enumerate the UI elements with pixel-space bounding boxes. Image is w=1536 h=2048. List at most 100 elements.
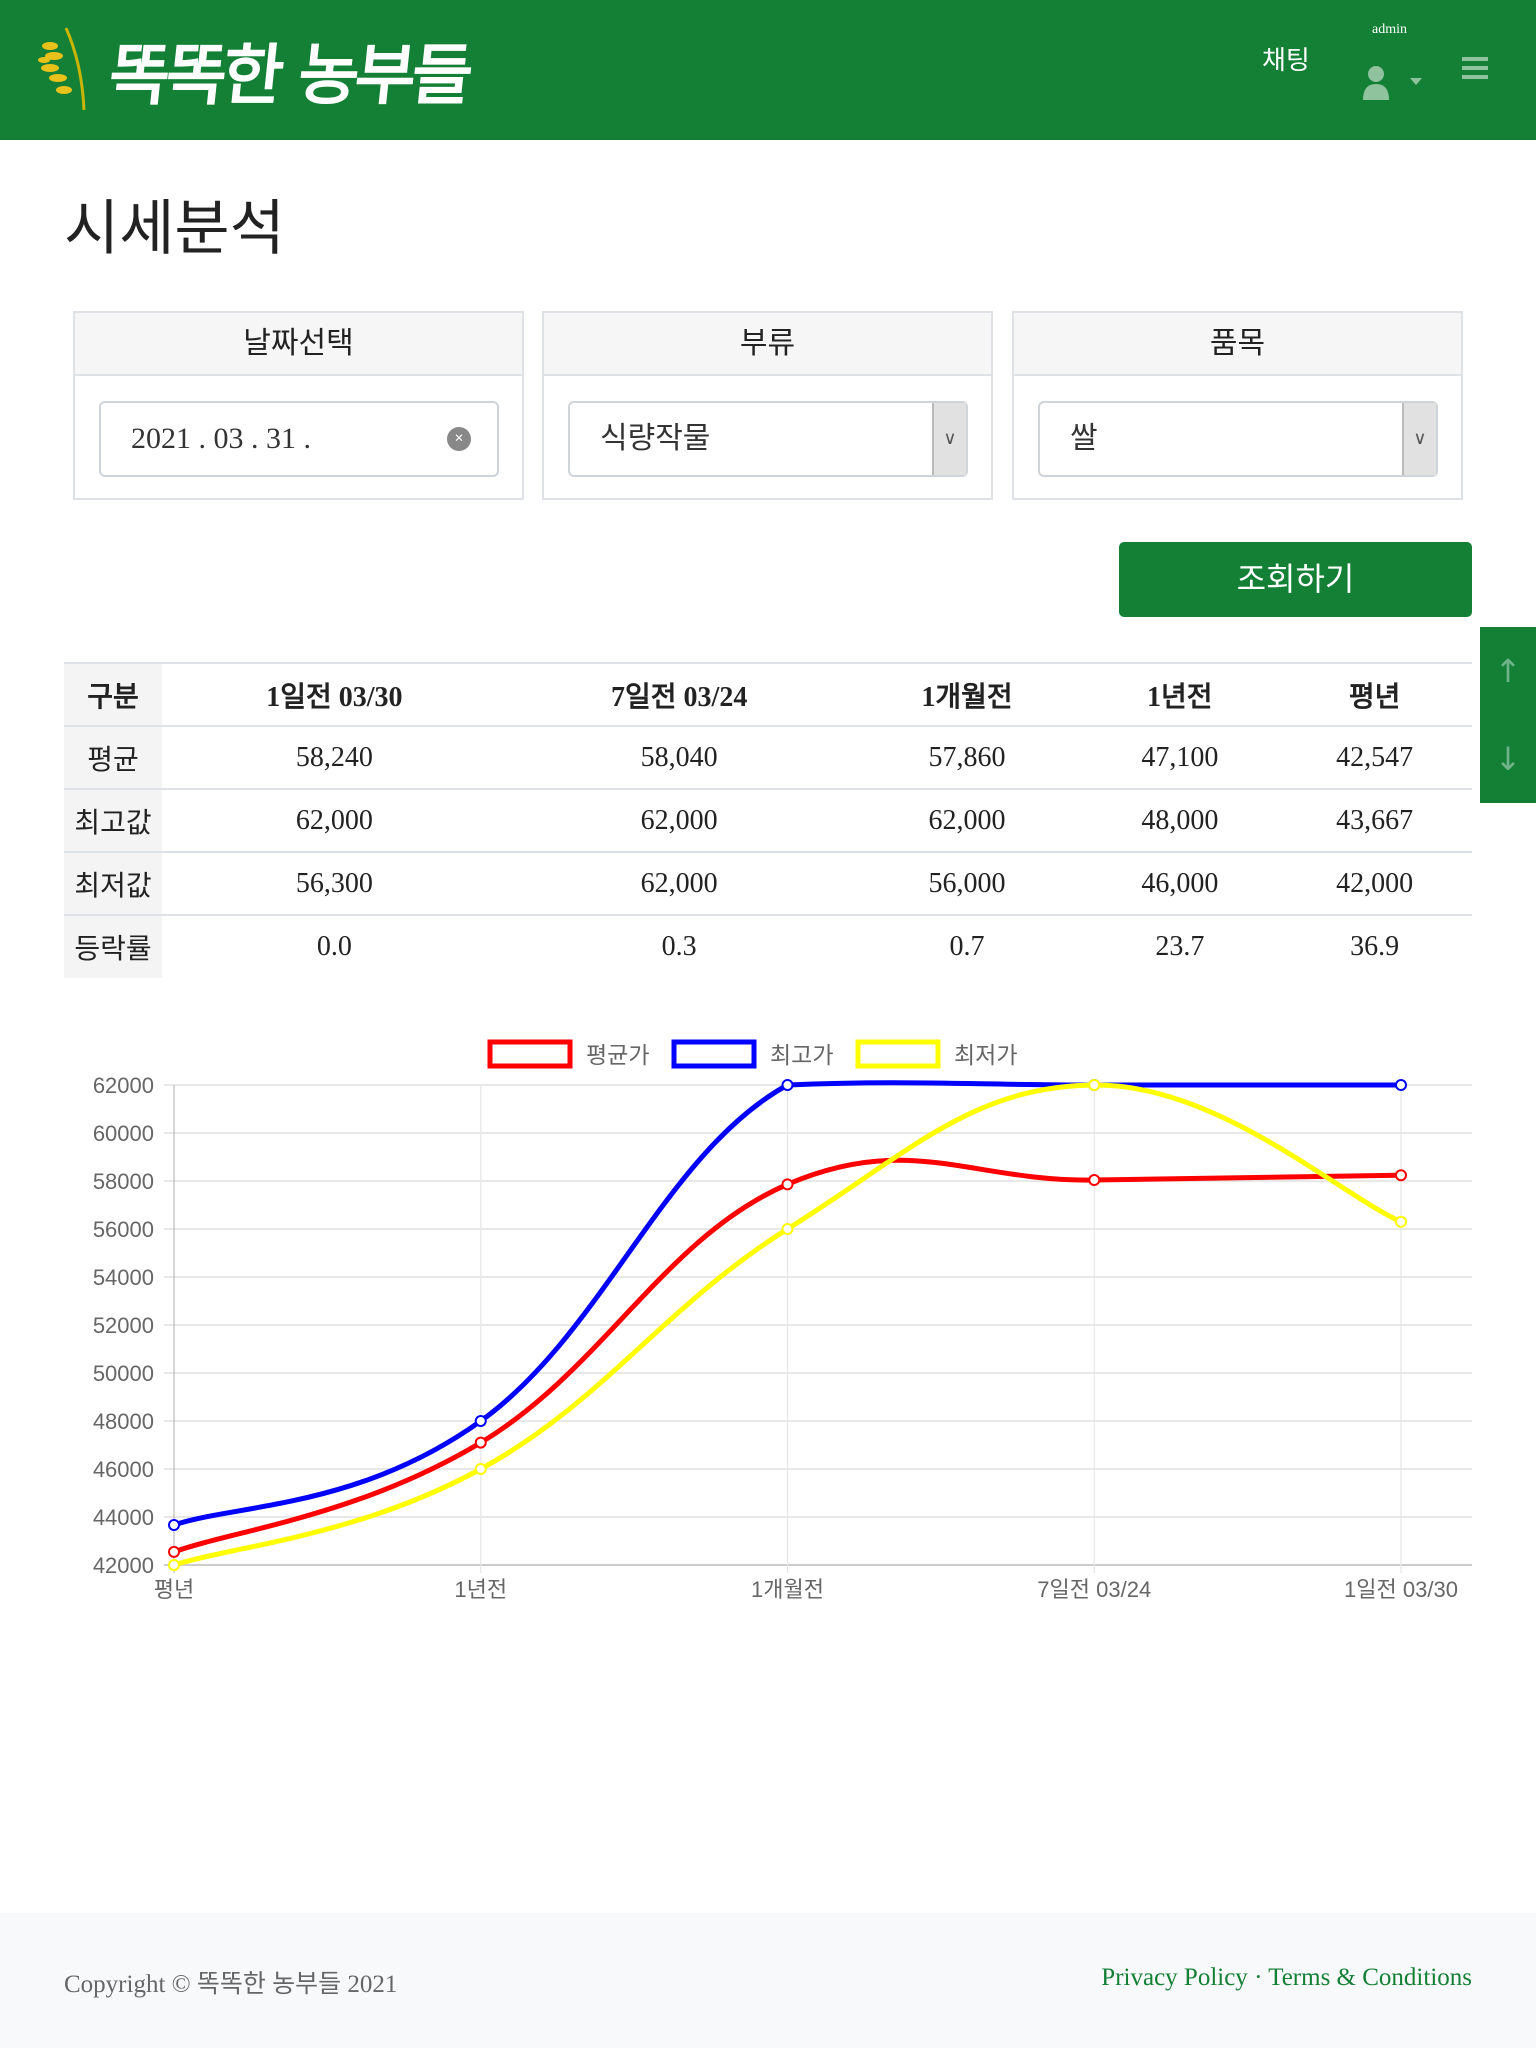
legend-swatch[interactable] xyxy=(855,1039,941,1069)
table-cell: 58,040 xyxy=(506,725,852,789)
y-tick-label: 52000 xyxy=(93,1313,154,1338)
scroll-up-arrow-icon[interactable]: ↑ xyxy=(1480,627,1536,715)
table-row: 등락률 0.0 0.3 0.7 23.7 36.9 xyxy=(64,914,1472,978)
table-row: 최고값 62,000 62,000 62,000 48,000 43,667 xyxy=(64,788,1472,852)
data-point[interactable] xyxy=(168,1545,180,1558)
terms-link[interactable]: Terms & Conditions xyxy=(1268,1964,1472,1991)
table-header-row: 구분 1일전 03/30 7일전 03/24 1개월전 1년전 평년 xyxy=(64,662,1472,726)
page-title: 시세분석 xyxy=(64,194,285,264)
col-header: 1개월전 xyxy=(851,662,1083,726)
y-tick-label: 58000 xyxy=(93,1169,154,1194)
x-tick-label: 1개월전 xyxy=(751,1577,824,1602)
item-value: 쌀 xyxy=(1070,421,1098,456)
col-header: 1년전 xyxy=(1082,662,1278,726)
y-tick-label: 48000 xyxy=(93,1409,154,1434)
username: admin xyxy=(1372,22,1407,37)
data-point[interactable] xyxy=(168,1518,180,1531)
y-tick-label: 56000 xyxy=(93,1217,154,1242)
y-tick-label: 44000 xyxy=(93,1505,154,1530)
table-cell: 23.7 xyxy=(1082,914,1278,978)
data-point[interactable] xyxy=(781,1178,794,1191)
data-point[interactable] xyxy=(1088,1174,1101,1187)
table-cell: 42,000 xyxy=(1277,851,1472,915)
row-label: 최저값 xyxy=(64,851,162,915)
data-point[interactable] xyxy=(1088,1079,1101,1091)
row-label: 최고값 xyxy=(64,788,162,852)
table-cell: 46,000 xyxy=(1082,851,1278,915)
category-filter-card: 부류 식량작물 ∨ xyxy=(542,311,993,500)
item-filter-label: 품목 xyxy=(1014,313,1461,376)
table-cell: 57,860 xyxy=(851,725,1083,789)
table-cell: 62,000 xyxy=(851,788,1083,852)
category-select[interactable]: 식량작물 ∨ xyxy=(568,401,968,477)
chat-link[interactable]: 채팅 xyxy=(1262,40,1310,77)
table-row: 평균 58,240 58,040 57,860 47,100 42,547 xyxy=(64,725,1472,789)
chevron-down-icon[interactable]: ∨ xyxy=(1402,403,1436,475)
price-line-chart: 62000 60000 58000 56000 54000 52000 50000 48000… xyxy=(93,1039,1472,1602)
item-select[interactable]: 쌀 ∨ xyxy=(1038,401,1438,477)
row-label: 평균 xyxy=(64,725,162,789)
x-tick-label: 평년 xyxy=(154,1577,194,1602)
date-filter-label: 날짜선택 xyxy=(75,313,522,376)
table-row: 최저값 56,300 62,000 56,000 46,000 42,000 xyxy=(64,851,1472,915)
y-tick-label: 46000 xyxy=(93,1457,154,1482)
item-filter-card: 품목 쌀 ∨ xyxy=(1012,311,1463,500)
col-header: 평년 xyxy=(1277,662,1472,726)
table-cell: 42,547 xyxy=(1277,725,1472,789)
data-point[interactable] xyxy=(781,1079,794,1091)
table-cell: 62,000 xyxy=(506,788,852,852)
data-point[interactable] xyxy=(1395,1215,1407,1228)
data-point[interactable] xyxy=(1395,1079,1407,1091)
y-tick-label: 50000 xyxy=(93,1361,154,1386)
logo[interactable]: 똑똑한 농부들 xyxy=(105,22,474,118)
chevron-down-icon[interactable]: ∨ xyxy=(932,403,966,475)
y-tick-label: 54000 xyxy=(93,1265,154,1290)
data-point[interactable] xyxy=(781,1223,794,1235)
row-label: 등락률 xyxy=(64,914,162,978)
clear-icon[interactable]: × xyxy=(447,427,471,451)
col-header: 1일전 03/30 xyxy=(162,662,507,726)
table-cell: 43,667 xyxy=(1277,788,1472,852)
category-filter-label: 부류 xyxy=(544,313,991,376)
hamburger-menu-icon[interactable] xyxy=(1462,56,1488,80)
copyright: Copyright © 똑똑한 농부들 2021 xyxy=(64,1971,398,1998)
header: 똑똑한 농부들 채팅 admin xyxy=(0,0,1536,140)
table-cell: 56,300 xyxy=(162,851,507,915)
table-cell: 0.7 xyxy=(851,914,1083,978)
data-point[interactable] xyxy=(474,1436,487,1449)
y-tick-label: 62000 xyxy=(93,1073,154,1098)
date-input[interactable]: 2021 . 03 . 31 . × xyxy=(99,401,499,477)
legend-swatch[interactable] xyxy=(487,1039,573,1069)
data-point[interactable] xyxy=(474,1463,487,1475)
x-tick-label: 7일전 03/24 xyxy=(1037,1577,1151,1602)
legend-swatch[interactable] xyxy=(671,1039,757,1069)
rice-logo-icon xyxy=(38,27,86,111)
x-tick-label: 1일전 03/30 xyxy=(1344,1577,1458,1602)
table-cell: 48,000 xyxy=(1082,788,1278,852)
legend-label[interactable]: 최고가 xyxy=(770,1043,833,1069)
user-icon xyxy=(1368,66,1384,82)
x-tick-label: 1년전 xyxy=(454,1577,507,1602)
data-point[interactable] xyxy=(474,1415,487,1427)
data-point[interactable] xyxy=(168,1559,180,1571)
table-cell: 47,100 xyxy=(1082,725,1278,789)
table-cell: 58,240 xyxy=(162,725,507,789)
table-cell: 0.0 xyxy=(162,914,507,978)
price-table: 구분 1일전 03/30 7일전 03/24 1개월전 1년전 평년 평균 58,… xyxy=(64,662,1472,978)
scroll-buttons: ↑ ↓ xyxy=(1480,627,1536,803)
date-value: 2021 . 03 . 31 . xyxy=(131,422,311,455)
table-cell: 56,000 xyxy=(851,851,1083,915)
legend-label[interactable]: 평균가 xyxy=(586,1043,649,1069)
category-value: 식량작물 xyxy=(600,421,711,456)
data-point[interactable] xyxy=(1395,1169,1407,1182)
legend-label[interactable]: 최저가 xyxy=(954,1043,1017,1069)
search-button[interactable]: 조회하기 xyxy=(1119,542,1472,617)
y-tick-label: 60000 xyxy=(93,1121,154,1146)
privacy-policy-link[interactable]: Privacy Policy xyxy=(1101,1964,1248,1991)
separator: · xyxy=(1247,1964,1269,1991)
table-cell: 62,000 xyxy=(506,851,852,915)
table-cell: 62,000 xyxy=(162,788,507,852)
date-filter-card: 날짜선택 2021 . 03 . 31 . × xyxy=(73,311,524,500)
scroll-down-arrow-icon[interactable]: ↓ xyxy=(1480,715,1536,803)
user-dropdown[interactable] xyxy=(1360,64,1426,102)
